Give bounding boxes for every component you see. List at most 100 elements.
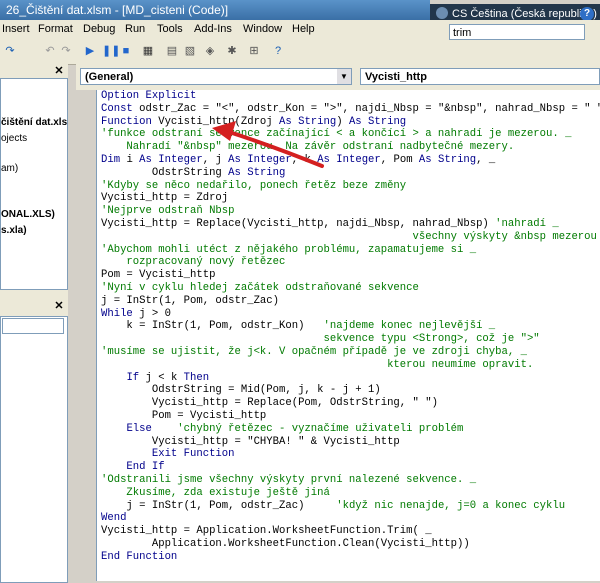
- code-keyword: End Function: [101, 550, 178, 563]
- code-keyword: If: [126, 371, 146, 384]
- code-line[interactable]: End If: [101, 461, 600, 474]
- code-keyword: Function: [101, 115, 159, 128]
- code-editor[interactable]: Option Explicit Const odstr_Zac = "<", od…: [96, 90, 600, 581]
- menu-run[interactable]: Run: [125, 23, 145, 35]
- code-line[interactable]: Pom = Vycisti_http: [101, 269, 600, 282]
- menu-format[interactable]: Format: [38, 23, 73, 35]
- code-line[interactable]: 'Odstranili jsme všechny výskyty první n…: [101, 474, 600, 487]
- menu-add-ins[interactable]: Add-Ins: [194, 23, 232, 35]
- code-keyword: As Integer: [228, 153, 292, 166]
- tree-item-addin[interactable]: s.xla): [1, 225, 27, 236]
- code-token: j < k: [145, 371, 184, 384]
- code-line[interactable]: Const odstr_Zac = "<", odstr_Kon = ">", …: [101, 103, 600, 116]
- code-line[interactable]: Vycisti_http = Zdroj: [101, 192, 600, 205]
- code-line[interactable]: If j < k Then: [101, 372, 600, 385]
- code-token: OdstrString = Mid(Pom, j, k - j + 1): [101, 384, 381, 397]
- globe-icon: [436, 7, 448, 19]
- properties-icon[interactable]: ▧: [184, 45, 196, 57]
- menu-debug[interactable]: Debug: [83, 23, 115, 35]
- menu-window[interactable]: Window: [243, 23, 282, 35]
- code-line[interactable]: Pom = Vycisti_http: [101, 410, 600, 423]
- menu-help[interactable]: Help: [292, 23, 315, 35]
- code-line[interactable]: While j > 0: [101, 308, 600, 321]
- code-line[interactable]: j = InStr(1, Pom, odstr_Zac) 'když nic n…: [101, 500, 600, 513]
- properties-dropdown[interactable]: [2, 318, 64, 334]
- tree-item-workbook[interactable]: čištění dat.xlsm: [1, 117, 67, 128]
- code-token: , _: [476, 153, 496, 166]
- language-label: CS Čeština (Česká republika): [452, 8, 597, 20]
- toolbar-options-icon[interactable]: ⊞: [248, 45, 260, 57]
- code-token: Vycisti_http = Zdroj: [101, 192, 229, 205]
- code-line[interactable]: Vycisti_http = "CHYBA! " & Vycisti_http: [101, 436, 600, 449]
- tree-item-personal[interactable]: ONAL.XLS): [1, 209, 55, 220]
- code-line[interactable]: 'musíme se ujistit, že j<k. V opačném př…: [101, 346, 600, 359]
- code-token: Vycisti_http = Replace(Vycisti_http, naj…: [101, 217, 496, 230]
- code-line[interactable]: OdstrString As String: [101, 167, 600, 180]
- code-line[interactable]: End Function: [101, 551, 600, 564]
- code-line[interactable]: Vycisti_http = Application.WorksheetFunc…: [101, 525, 600, 538]
- object-browser-icon[interactable]: ◈: [204, 45, 216, 57]
- code-line[interactable]: Function Vycisti_http(Zdroj As String) A…: [101, 116, 600, 129]
- code-line[interactable]: 'Abychom mohli utéct z nějakého problému…: [101, 244, 600, 257]
- code-text[interactable]: Option Explicit Const odstr_Zac = "<", od…: [97, 90, 600, 563]
- design-mode-icon[interactable]: ▦: [142, 45, 154, 57]
- menu-insert[interactable]: Insert: [2, 23, 30, 35]
- code-line[interactable]: Wend: [101, 512, 600, 525]
- code-comment: 'najdeme konec nejlevější _: [323, 320, 496, 333]
- code-line[interactable]: kterou neumíme opravit.: [101, 359, 600, 372]
- menu-tools[interactable]: Tools: [157, 23, 183, 35]
- code-line[interactable]: Option Explicit: [101, 90, 600, 103]
- pause-icon[interactable]: ❚❚: [102, 45, 120, 57]
- code-line[interactable]: Dim i As Integer, j As Integer, k As Int…: [101, 154, 600, 167]
- code-token: , k: [291, 153, 318, 166]
- code-keyword: Const: [101, 102, 140, 115]
- project-explorer-icon[interactable]: ▤: [166, 45, 178, 57]
- code-token: Pom = Vycisti_http: [101, 409, 267, 422]
- close-icon[interactable]: ✕: [53, 65, 65, 77]
- code-keyword: Else: [126, 422, 178, 435]
- code-line[interactable]: rozpracovaný nový řetězec: [101, 256, 600, 269]
- tree-item-module[interactable]: am): [1, 163, 18, 174]
- stop-icon[interactable]: ■: [120, 45, 132, 57]
- run-icon[interactable]: ▶: [84, 45, 96, 57]
- code-line[interactable]: j = InStr(1, Pom, odstr_Zac): [101, 295, 600, 308]
- search-input[interactable]: trim: [449, 24, 585, 40]
- code-line[interactable]: Exit Function: [101, 448, 600, 461]
- code-token: j = InStr(1, Pom, odstr_Zac): [101, 294, 280, 307]
- code-line[interactable]: 'Nejprve odstraň Nbsp: [101, 205, 600, 218]
- procedure-combo[interactable]: Vycisti_http: [360, 68, 600, 85]
- code-keyword: As String: [418, 153, 477, 166]
- code-line[interactable]: všechny výskyty &nbsp mezerou: [101, 231, 600, 244]
- code-line[interactable]: 'Nyní v cyklu hledej začátek odstraňovan…: [101, 282, 600, 295]
- margin-indicator-bar[interactable]: [76, 90, 96, 581]
- code-line[interactable]: Else 'chybný řetězec - vyznačíme uživate…: [101, 423, 600, 436]
- tree-item-objects[interactable]: ojects: [1, 133, 27, 144]
- redo-arrow-icon[interactable]: ↷: [60, 45, 72, 57]
- code-line[interactable]: Vycisti_http = Replace(Pom, OdstrString,…: [101, 397, 600, 410]
- redo-icon[interactable]: ↷: [4, 45, 16, 57]
- help-icon[interactable]: ?: [580, 7, 594, 21]
- code-comment: kterou neumíme opravit.: [101, 358, 534, 371]
- toolbox-icon[interactable]: ✱: [226, 45, 238, 57]
- object-combo[interactable]: (General) ▼: [80, 68, 352, 85]
- code-line[interactable]: OdstrString = Mid(Pom, j, k - j + 1): [101, 384, 600, 397]
- code-line[interactable]: k = InStr(1, Pom, odstr_Kon) 'najdeme ko…: [101, 320, 600, 333]
- close-properties-icon[interactable]: ✕: [53, 300, 65, 312]
- code-keyword: End If: [101, 461, 165, 474]
- code-line[interactable]: 'Kdyby se něco nedařilo, ponech řetěz be…: [101, 180, 600, 193]
- code-token: OdstrString: [101, 166, 229, 179]
- code-line[interactable]: sekvence typu <Strong>, což je ">": [101, 333, 600, 346]
- code-line[interactable]: Zkusíme, zda existuje ještě jiná: [101, 487, 600, 500]
- code-line[interactable]: Nahradí "&nbsp" mezerou. Na závěr odstra…: [101, 141, 600, 154]
- code-keyword: Wend: [101, 512, 127, 525]
- code-line[interactable]: Vycisti_http = Replace(Vycisti_http, naj…: [101, 218, 600, 231]
- code-comment: 'nahradí _: [495, 217, 559, 230]
- undo-icon[interactable]: ↶: [44, 45, 56, 57]
- code-comment: 'když nic nenajde, j=0 a konec cyklu: [336, 499, 566, 512]
- help-toolbar-icon[interactable]: ?: [272, 45, 284, 57]
- code-line[interactable]: Application.WorksheetFunction.Clean(Vyci…: [101, 538, 600, 551]
- chevron-down-icon[interactable]: ▼: [337, 69, 351, 84]
- code-line[interactable]: 'funkce odstraní sekvence začínající < a…: [101, 128, 600, 141]
- code-comment: 'Nejprve odstraň Nbsp: [101, 205, 235, 218]
